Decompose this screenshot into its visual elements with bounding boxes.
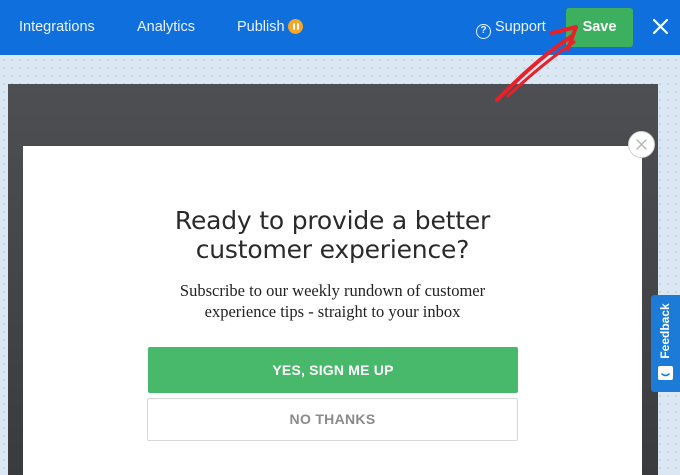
- subtext-line: experience tips - straight to your inbox: [204, 302, 461, 321]
- question-circle-icon: ?: [476, 24, 491, 39]
- nav-analytics[interactable]: Analytics: [137, 0, 195, 55]
- feedback-tab[interactable]: Feedback: [651, 295, 680, 392]
- support-label: Support: [495, 19, 546, 35]
- chat-icon: [658, 366, 673, 380]
- support-link[interactable]: ? Support: [476, 0, 546, 55]
- nav-publish[interactable]: Publish: [237, 0, 285, 55]
- popup-subtext: Subscribe to our weekly rundown of custo…: [23, 280, 642, 322]
- popup-headline: Ready to provide a better customer exper…: [23, 206, 642, 264]
- nav-integrations[interactable]: Integrations: [19, 0, 95, 55]
- feedback-label: Feedback: [658, 303, 672, 359]
- no-thanks-button[interactable]: NO THANKS: [147, 398, 518, 441]
- headline-line: Ready to provide a better: [174, 206, 491, 235]
- subtext-line: Subscribe to our weekly rundown of custo…: [179, 281, 486, 300]
- yes-sign-me-up-button[interactable]: YES, SIGN ME UP: [148, 347, 518, 393]
- close-icon[interactable]: [652, 18, 669, 35]
- popup-close-button[interactable]: [628, 131, 655, 158]
- headline-line: customer experience?: [195, 235, 470, 264]
- save-button[interactable]: Save: [566, 8, 633, 47]
- close-icon: [636, 139, 647, 150]
- top-toolbar: Integrations Analytics Publish ? Support …: [0, 0, 680, 55]
- pause-icon: [288, 19, 303, 34]
